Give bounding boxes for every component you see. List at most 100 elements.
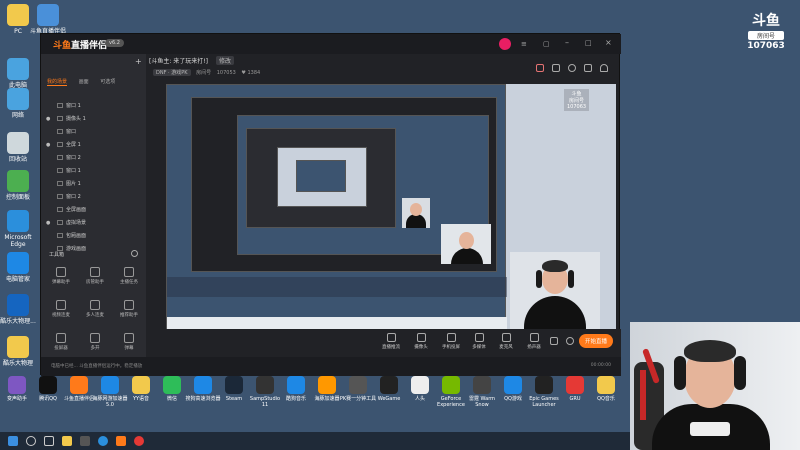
search-icon[interactable]: [26, 436, 36, 446]
tool-button[interactable]: 推荐助手: [113, 300, 145, 318]
scene-label: 窗口 2: [66, 194, 81, 200]
app-icon: [8, 376, 26, 394]
eye-icon[interactable]: ●: [46, 142, 54, 148]
control-label: 麦克风: [499, 345, 513, 350]
scene-item[interactable]: ● 全屏 1: [46, 141, 142, 153]
desktop-icon-label: Microsoft Edge: [4, 234, 32, 248]
skin-icon[interactable]: ▢: [543, 40, 550, 48]
tool-button[interactable]: 视频连麦: [45, 300, 77, 318]
app-icon: [566, 376, 584, 394]
tool-button[interactable]: 主播任务: [113, 267, 145, 285]
tool-label: 视频连麦: [52, 313, 70, 318]
control-label: 多媒体: [472, 345, 486, 350]
control-button[interactable]: 扬声器: [519, 333, 549, 350]
record-icon[interactable]: [566, 337, 574, 345]
tool-button[interactable]: 投屏器: [45, 333, 77, 351]
desktop-icon[interactable]: 斗鱼直播伴侣: [30, 4, 66, 35]
desktop-icon[interactable]: 回收站: [0, 132, 36, 163]
desktop-icon[interactable]: 网络: [0, 88, 36, 119]
desktop-icon-label: 控制面板: [5, 194, 30, 201]
app-label: YY语音: [132, 396, 150, 402]
tool-button[interactable]: 弹幕助手: [45, 267, 77, 285]
start-icon[interactable]: [8, 436, 18, 446]
maximize-icon[interactable]: □: [585, 39, 592, 47]
scene-item[interactable]: 窗口 1: [46, 167, 142, 179]
scene-type-icon: [57, 103, 63, 108]
scene-item[interactable]: 窗口: [46, 128, 142, 140]
control-button[interactable]: 多媒体: [464, 333, 494, 350]
category-tag[interactable]: DNF · 游戏PK: [153, 69, 191, 76]
control-label: 扬声器: [527, 345, 541, 350]
desktop-icon[interactable]: 酷乐大物理...: [0, 294, 36, 325]
menu-icon[interactable]: ≡: [521, 40, 527, 48]
tool-label: 房管助手: [86, 280, 104, 285]
tool-button[interactable]: 房管助手: [79, 267, 111, 285]
scene-item[interactable]: ● 摄像头 1: [46, 115, 142, 127]
control-label: 手机投屏: [442, 345, 460, 350]
edit-title-button[interactable]: 修改: [215, 56, 234, 65]
app-icon: [287, 376, 305, 394]
control-button[interactable]: 摄像头: [406, 333, 436, 350]
scene-item[interactable]: ● 虚拟场景: [46, 219, 142, 231]
scene-type-icon: [57, 116, 63, 121]
scene-item[interactable]: 全屏画面: [46, 206, 142, 218]
eye-icon[interactable]: ●: [46, 116, 54, 122]
file-explorer-icon[interactable]: [62, 436, 72, 446]
toolbox-title: 工具箱: [49, 252, 65, 258]
scene-item[interactable]: 窗口 2: [46, 154, 142, 166]
toolbox-settings-icon[interactable]: [131, 250, 138, 257]
control-button[interactable]: 手机投屏: [436, 333, 466, 350]
gear-icon[interactable]: [568, 64, 576, 72]
control-button[interactable]: 直播推流: [376, 333, 406, 350]
room-id-overlay: 107063: [747, 41, 785, 51]
desktop-icon[interactable]: 控制面板: [0, 170, 36, 201]
tool-button[interactable]: 多人连麦: [79, 300, 111, 318]
desktop-icon-label: 酷乐大物理...: [0, 318, 36, 325]
room-id: 107053: [216, 70, 236, 76]
more-icon[interactable]: [550, 337, 558, 345]
control-button[interactable]: 麦克风: [491, 333, 521, 350]
tool-label: 主播任务: [120, 280, 138, 285]
scene-item[interactable]: 窗口 2: [46, 193, 142, 205]
status-bar: 电脑中已经... 斗鱼直播伴侣运行中。稳定播放 00:00:00: [41, 357, 621, 376]
version-badge: v6.2: [105, 39, 124, 47]
close-icon[interactable]: ×: [605, 38, 612, 47]
scene-item[interactable]: 图片 1: [46, 180, 142, 192]
minimize-icon[interactable]: –: [565, 38, 569, 47]
scene-item[interactable]: 窗口 1: [46, 102, 142, 114]
stream-preview[interactable]: 斗鱼 房间号 107063: [166, 84, 616, 330]
headphone-right: [734, 356, 746, 390]
app-icon: [442, 376, 460, 394]
douyu-taskbar-icon[interactable]: [116, 436, 126, 446]
add-scene-icon[interactable]: +: [135, 57, 142, 66]
start-stream-button[interactable]: 开始直播: [578, 334, 613, 348]
room-label-overlay: 房间号: [748, 31, 784, 40]
edge-icon[interactable]: [98, 436, 108, 446]
store-icon[interactable]: [80, 436, 90, 446]
user-avatar[interactable]: [499, 38, 511, 50]
gift-icon[interactable]: [536, 64, 544, 72]
desktop-icon[interactable]: 酷乐大物理: [0, 336, 36, 367]
scene-type-icon: [57, 155, 63, 160]
desktop-app[interactable]: QQ音乐: [587, 376, 625, 402]
task-view-icon[interactable]: [44, 436, 54, 446]
desktop-icon[interactable]: 电脑管家: [0, 252, 36, 283]
desktop-icon-label: 回收站: [8, 156, 27, 163]
lock-icon[interactable]: [552, 64, 560, 72]
eye-icon[interactable]: ●: [46, 220, 54, 226]
tool-button[interactable]: 多开: [79, 333, 111, 351]
scene-item[interactable]: 包厢画面: [46, 232, 142, 244]
share-icon[interactable]: [584, 64, 592, 72]
scene-label: 全屏 1: [66, 142, 81, 148]
tool-label: 弹幕: [124, 346, 134, 351]
chrome-icon[interactable]: [134, 436, 144, 446]
tab-screen[interactable]: 画面: [79, 79, 89, 85]
desktop-icon[interactable]: 此电脑: [0, 58, 36, 89]
app-icon: [132, 376, 150, 394]
tab-options[interactable]: 可选项: [100, 79, 115, 85]
tool-button[interactable]: 弹幕: [113, 333, 145, 351]
tool-icon: [56, 267, 66, 277]
bell-icon[interactable]: [600, 64, 608, 72]
tab-my-scenes[interactable]: 我的场景: [47, 79, 68, 86]
desktop-icon[interactable]: Microsoft Edge: [0, 210, 36, 248]
